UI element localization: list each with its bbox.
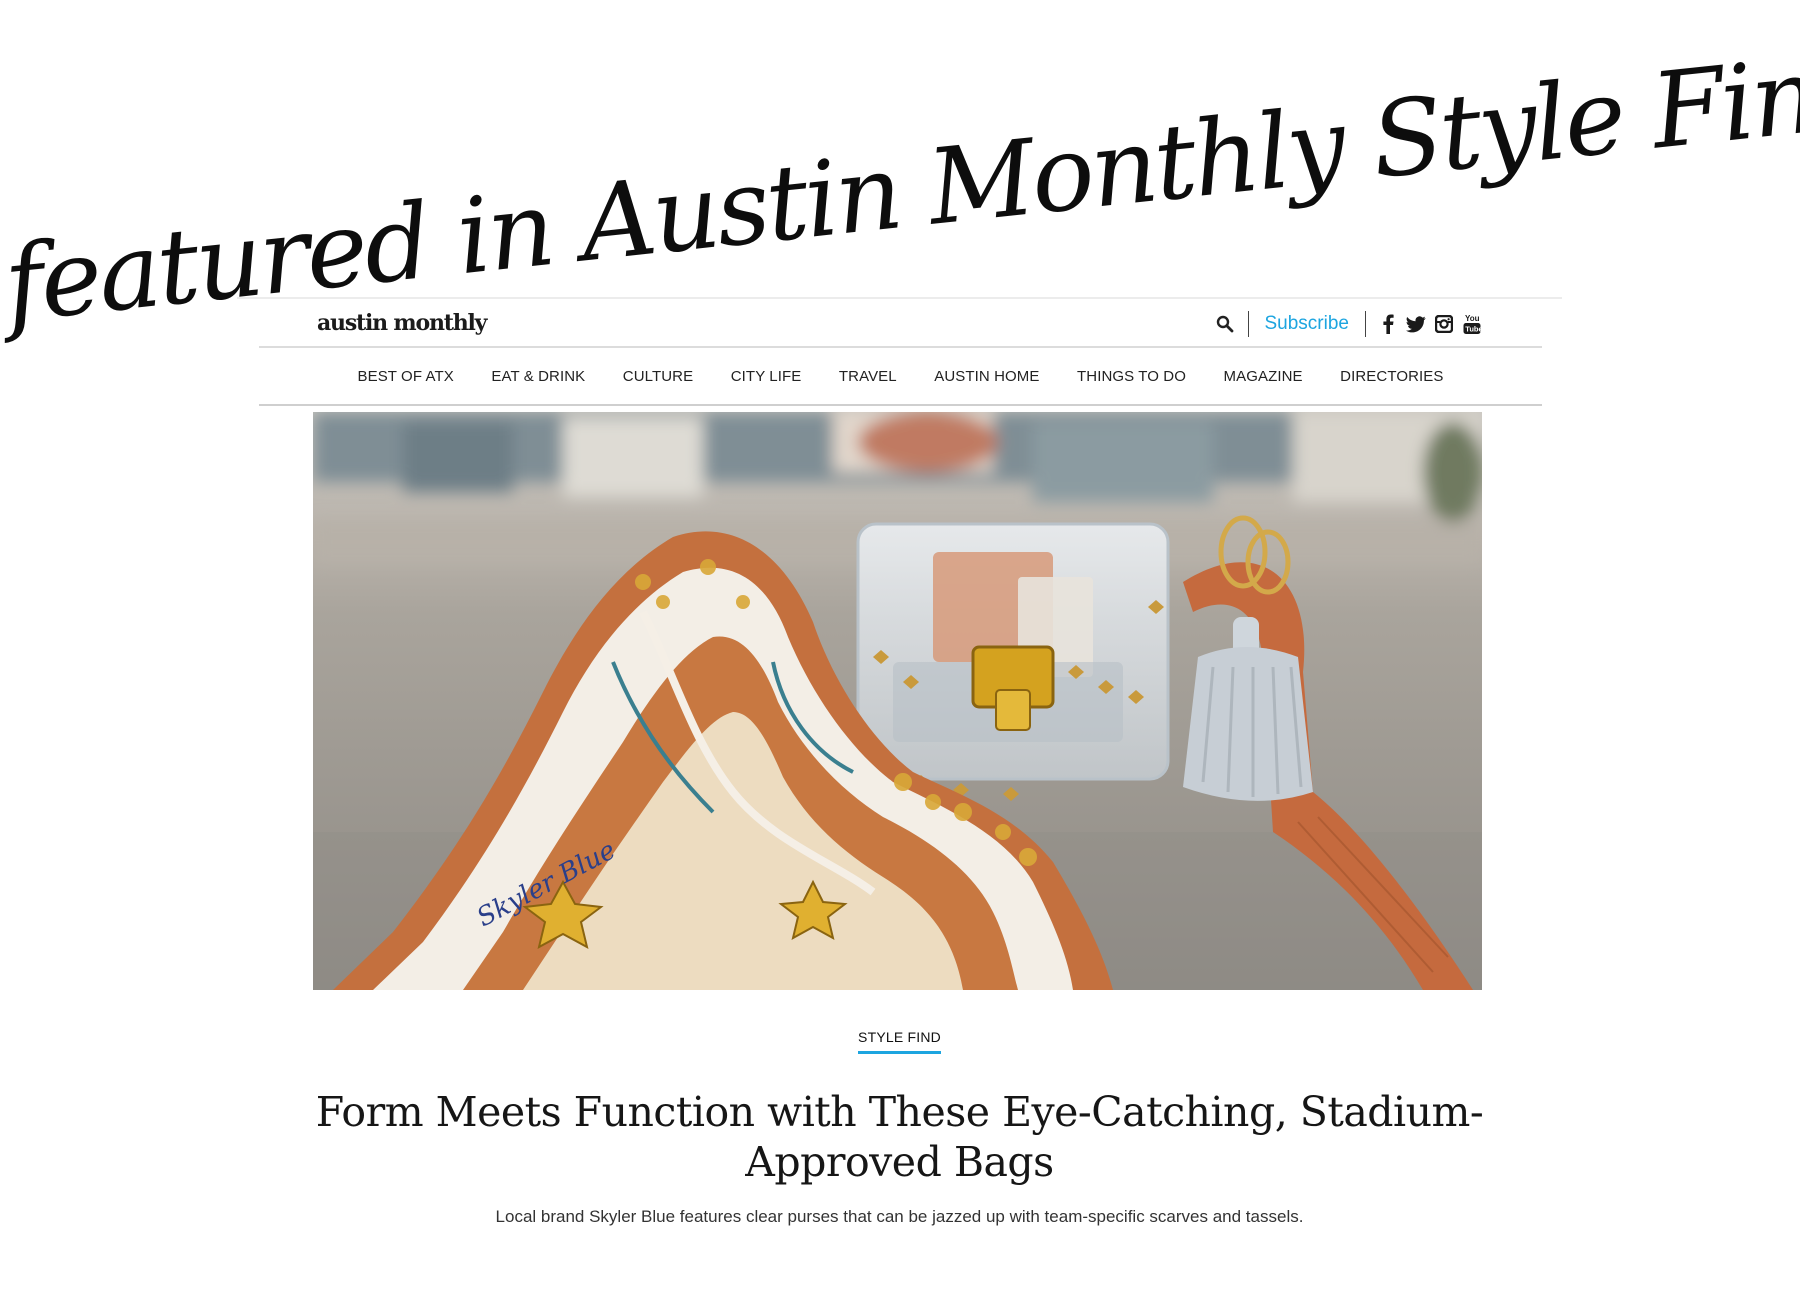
twitter-icon[interactable] (1406, 313, 1426, 335)
svg-text:You: You (1465, 314, 1480, 323)
youtube-icon[interactable]: You Tube (1462, 313, 1482, 335)
search-icon[interactable] (1216, 315, 1234, 333)
instagram-icon[interactable] (1434, 313, 1454, 335)
nav-item-directories[interactable]: DIRECTORIES (1340, 368, 1443, 385)
social-links: You Tube (1366, 313, 1482, 335)
nav-item-eat-drink[interactable]: EAT & DRINK (491, 368, 585, 385)
nav-item-best-of-atx[interactable]: BEST OF ATX (357, 368, 453, 385)
nav-item-austin-home[interactable]: AUSTIN HOME (934, 368, 1039, 385)
nav-divider-bottom (259, 404, 1542, 406)
website-screenshot: austin monthly Subscribe You Tube BEST OF… (237, 297, 1562, 1309)
svg-text:Tube: Tube (1465, 325, 1481, 334)
category-wrapper: STYLE FIND (237, 1029, 1562, 1054)
nav-item-magazine[interactable]: MAGAZINE (1224, 368, 1303, 385)
facebook-icon[interactable] (1378, 313, 1398, 335)
header-tools: Subscribe You Tube (1216, 309, 1483, 339)
nav-item-travel[interactable]: TRAVEL (839, 368, 897, 385)
site-logo[interactable]: austin monthly (317, 310, 487, 336)
article-headline: Form Meets Function with These Eye-Catch… (315, 1088, 1484, 1186)
category-link[interactable]: STYLE FIND (858, 1029, 941, 1054)
subscribe-link[interactable]: Subscribe (1249, 313, 1366, 335)
nav-item-culture[interactable]: CULTURE (623, 368, 693, 385)
main-nav: BEST OF ATX EAT & DRINK CULTURE CITY LIF… (259, 348, 1542, 405)
nav-item-city-life[interactable]: CITY LIFE (731, 368, 802, 385)
hero-image[interactable]: Skyler Blue (313, 412, 1482, 990)
nav-item-things-to-do[interactable]: THINGS TO DO (1077, 368, 1186, 385)
top-divider (237, 297, 1562, 299)
article-dek: Local brand Skyler Blue features clear p… (495, 1207, 1304, 1226)
